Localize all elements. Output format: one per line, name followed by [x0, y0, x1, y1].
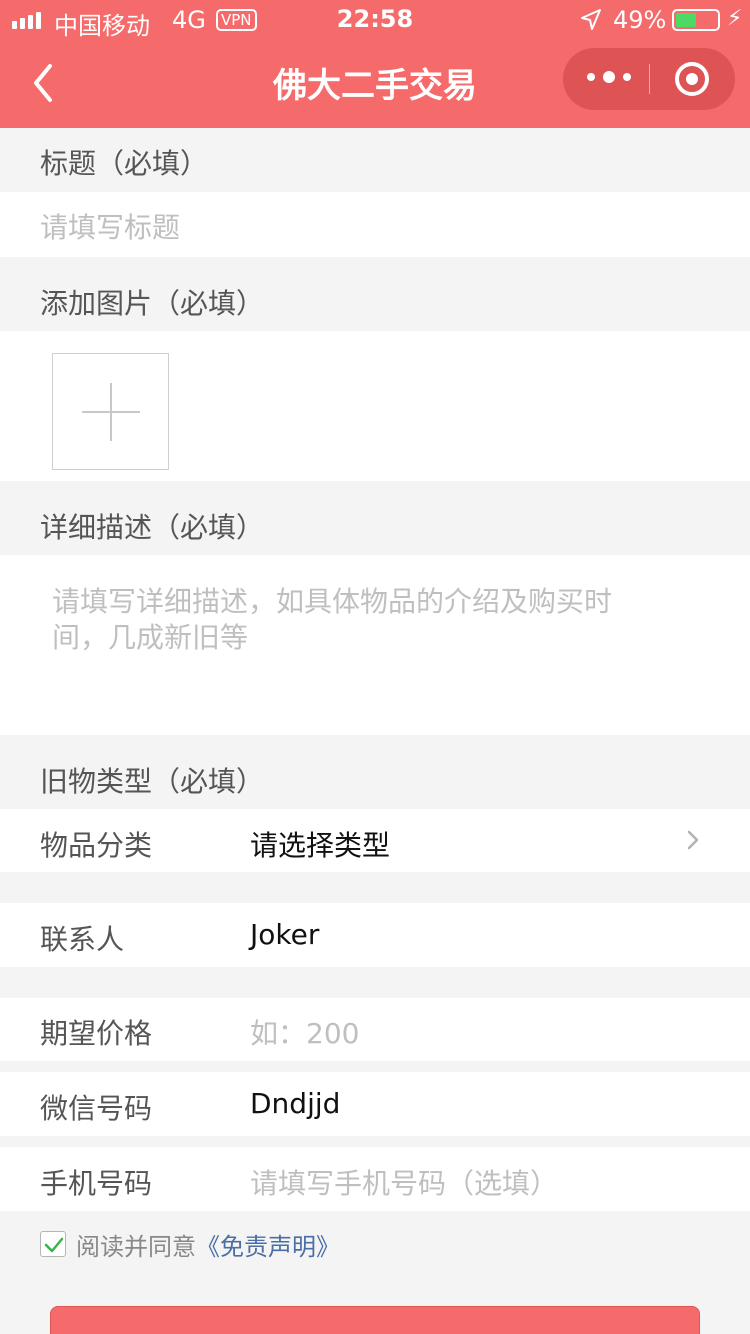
- agreement-row: 阅读并同意 《免责声明》: [40, 1227, 340, 1262]
- agreement-checkbox[interactable]: [40, 1231, 66, 1257]
- title-input[interactable]: 请填写标题: [40, 206, 180, 246]
- miniprogram-capsule: [563, 48, 735, 110]
- submit-button[interactable]: [50, 1306, 700, 1334]
- description-section-label: 详细描述（必填）: [40, 511, 265, 544]
- contact-label: 联系人: [40, 923, 125, 956]
- wechat-label: 微信号码: [40, 1092, 153, 1125]
- status-bar: 中国移动 4G VPN 22:58 49% ⚡: [0, 0, 750, 40]
- location-arrow-icon: [580, 8, 602, 38]
- disclaimer-link[interactable]: 《免责声明》: [196, 1227, 340, 1262]
- agreement-text: 阅读并同意: [76, 1232, 196, 1261]
- close-miniprogram-button[interactable]: [675, 62, 709, 96]
- category-value[interactable]: 请选择类型: [250, 824, 390, 864]
- price-label: 期望价格: [40, 1017, 153, 1050]
- more-menu-button[interactable]: [587, 71, 631, 83]
- title-section-label: 标题（必填）: [40, 147, 209, 180]
- description-placeholder: 请填写详细描述，如具体物品的介绍及购买时间，几成新旧等: [52, 585, 613, 654]
- phone-label: 手机号码: [40, 1167, 153, 1200]
- nav-bar: 佛大二手交易: [0, 40, 750, 128]
- wechat-input[interactable]: Dndjjd: [250, 1087, 340, 1120]
- title-input-row: 请填写标题: [0, 192, 750, 257]
- plus-icon-vertical: [110, 383, 112, 441]
- checkmark-icon: [44, 1237, 64, 1253]
- add-image-button[interactable]: [52, 353, 169, 470]
- type-section-label: 旧物类型（必填）: [40, 765, 265, 798]
- capsule-divider: [649, 64, 650, 94]
- chevron-right-icon: [687, 830, 699, 850]
- phone-input[interactable]: 请填写手机号码（选填）: [250, 1162, 558, 1202]
- contact-input[interactable]: Joker: [250, 918, 319, 951]
- battery-percentage: 49%: [613, 6, 667, 34]
- price-input[interactable]: 如：200: [250, 1012, 359, 1052]
- charging-bolt-icon: ⚡: [727, 6, 743, 31]
- category-label: 物品分类: [40, 829, 153, 862]
- images-section-label: 添加图片（必填）: [40, 287, 265, 320]
- battery-icon: [672, 9, 720, 31]
